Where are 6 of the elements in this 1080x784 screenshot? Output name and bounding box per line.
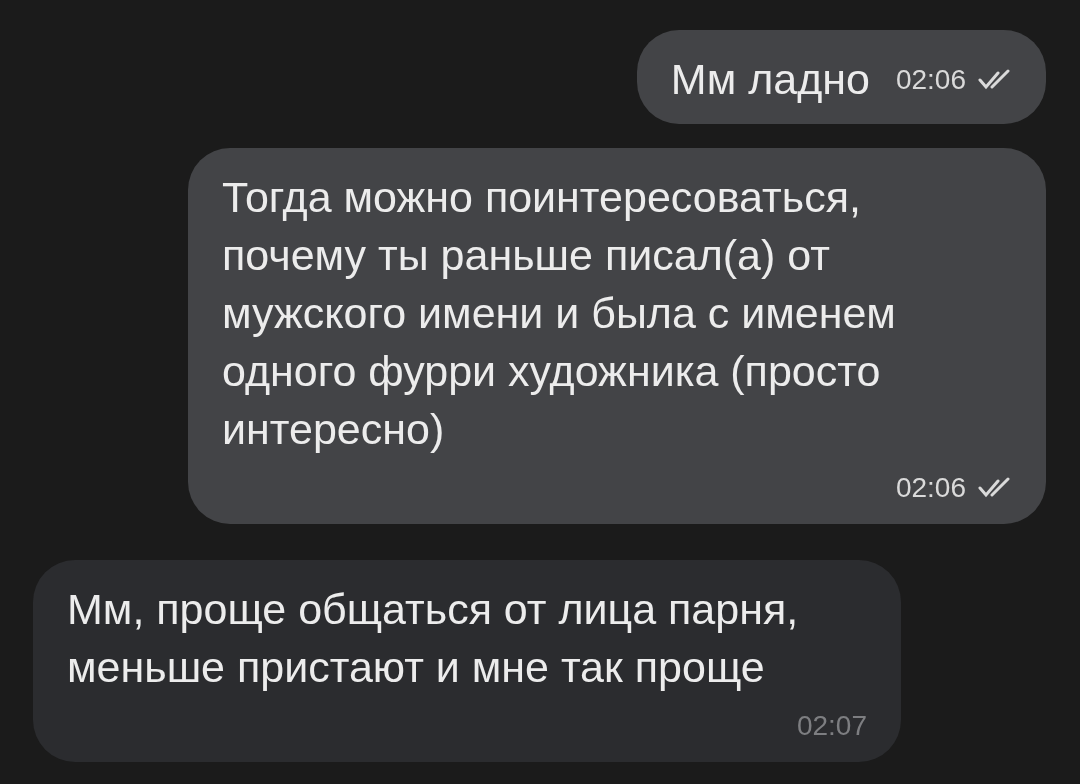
message-text: Тогда можно поинтересоваться, почему ты раньше писал(а) от мужского имени и была с именем одного фурри художника (просто интересно) <box>222 172 897 455</box>
message-time: 02:07 <box>796 709 867 743</box>
message-time: 02:06 <box>895 63 966 97</box>
message-text: Мм, проще общаться от лица парня, меньше пристают и мне так проще <box>67 584 800 693</box>
message-time: 02:06 <box>895 471 966 505</box>
message-text: Мм ладно <box>670 54 870 105</box>
